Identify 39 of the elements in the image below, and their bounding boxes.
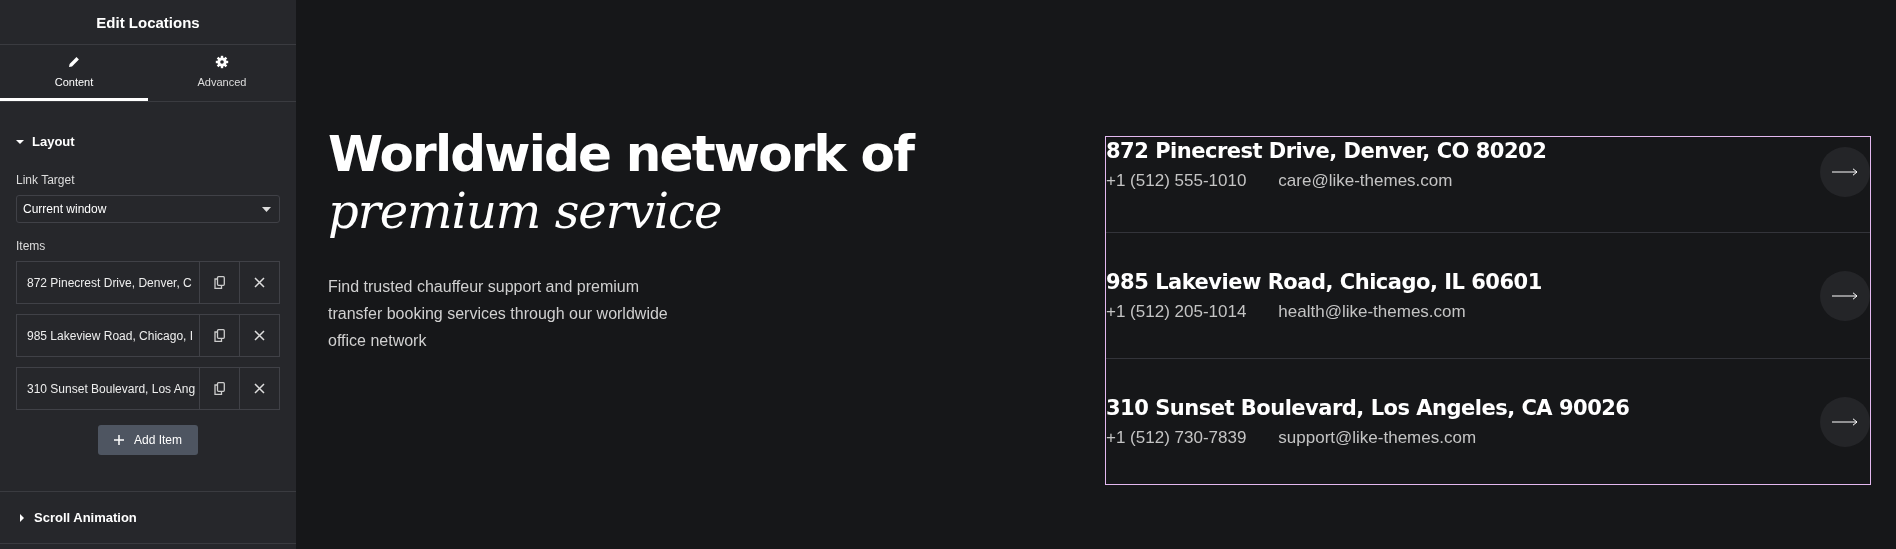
location-address: 872 Pinecrest Drive, Denver, CO 80202	[1106, 139, 1547, 163]
link-target-select[interactable]: Current window	[16, 195, 280, 223]
section-toggle[interactable]: Layout	[0, 102, 91, 163]
tab[interactable]: Content	[0, 45, 148, 101]
copy-icon	[214, 382, 225, 395]
arrow-icon	[1832, 168, 1858, 176]
arrow-icon	[1832, 291, 1858, 300]
location-phone: +1 (512) 730-7839	[1106, 427, 1247, 448]
tab[interactable]: Advanced	[148, 45, 296, 101]
field-label: Items	[16, 239, 47, 253]
arrow-button[interactable]	[1820, 270, 1870, 321]
pencil-icon	[67, 55, 81, 69]
copy-icon	[214, 329, 225, 342]
section-toggle[interactable]: Scroll Animation	[0, 492, 155, 543]
caret-icon	[16, 137, 24, 146]
gear-icon	[215, 55, 229, 69]
hero-description: Find trusted chauffeur support and premium transfer booking services through our worldwide office network	[328, 277, 669, 352]
close-icon	[254, 330, 265, 341]
location-address: 985 Lakeview Road, Chicago, IL 60601	[1106, 269, 1542, 294]
field-label: Link Target	[16, 173, 76, 187]
caret-icon	[18, 513, 26, 522]
location-email: health@like-themes.com	[1278, 301, 1466, 322]
location-email: support@like-themes.com	[1278, 427, 1477, 448]
copy-icon	[214, 276, 225, 289]
close-icon	[254, 277, 265, 288]
caret-icon	[262, 206, 271, 212]
arrow-icon	[1832, 417, 1858, 426]
plus-icon	[114, 435, 124, 445]
location-email: care@like-themes.com	[1278, 171, 1453, 191]
location-phone: +1 (512) 205-1014	[1106, 301, 1247, 322]
arrow-button[interactable]	[1820, 396, 1870, 447]
add-item-button[interactable]: Add Item	[98, 425, 198, 455]
location-phone: +1 (512) 555-1010	[1106, 171, 1247, 191]
close-icon	[254, 383, 265, 394]
hero-heading: Worldwide network of	[328, 124, 916, 184]
location-address: 310 Sunset Boulevard, Los Angeles, CA 90026	[1106, 395, 1630, 420]
arrow-button[interactable]	[1820, 147, 1870, 197]
hero-heading-italic: premium service	[328, 184, 723, 240]
panel-title: Edit Locations	[0, 0, 296, 45]
